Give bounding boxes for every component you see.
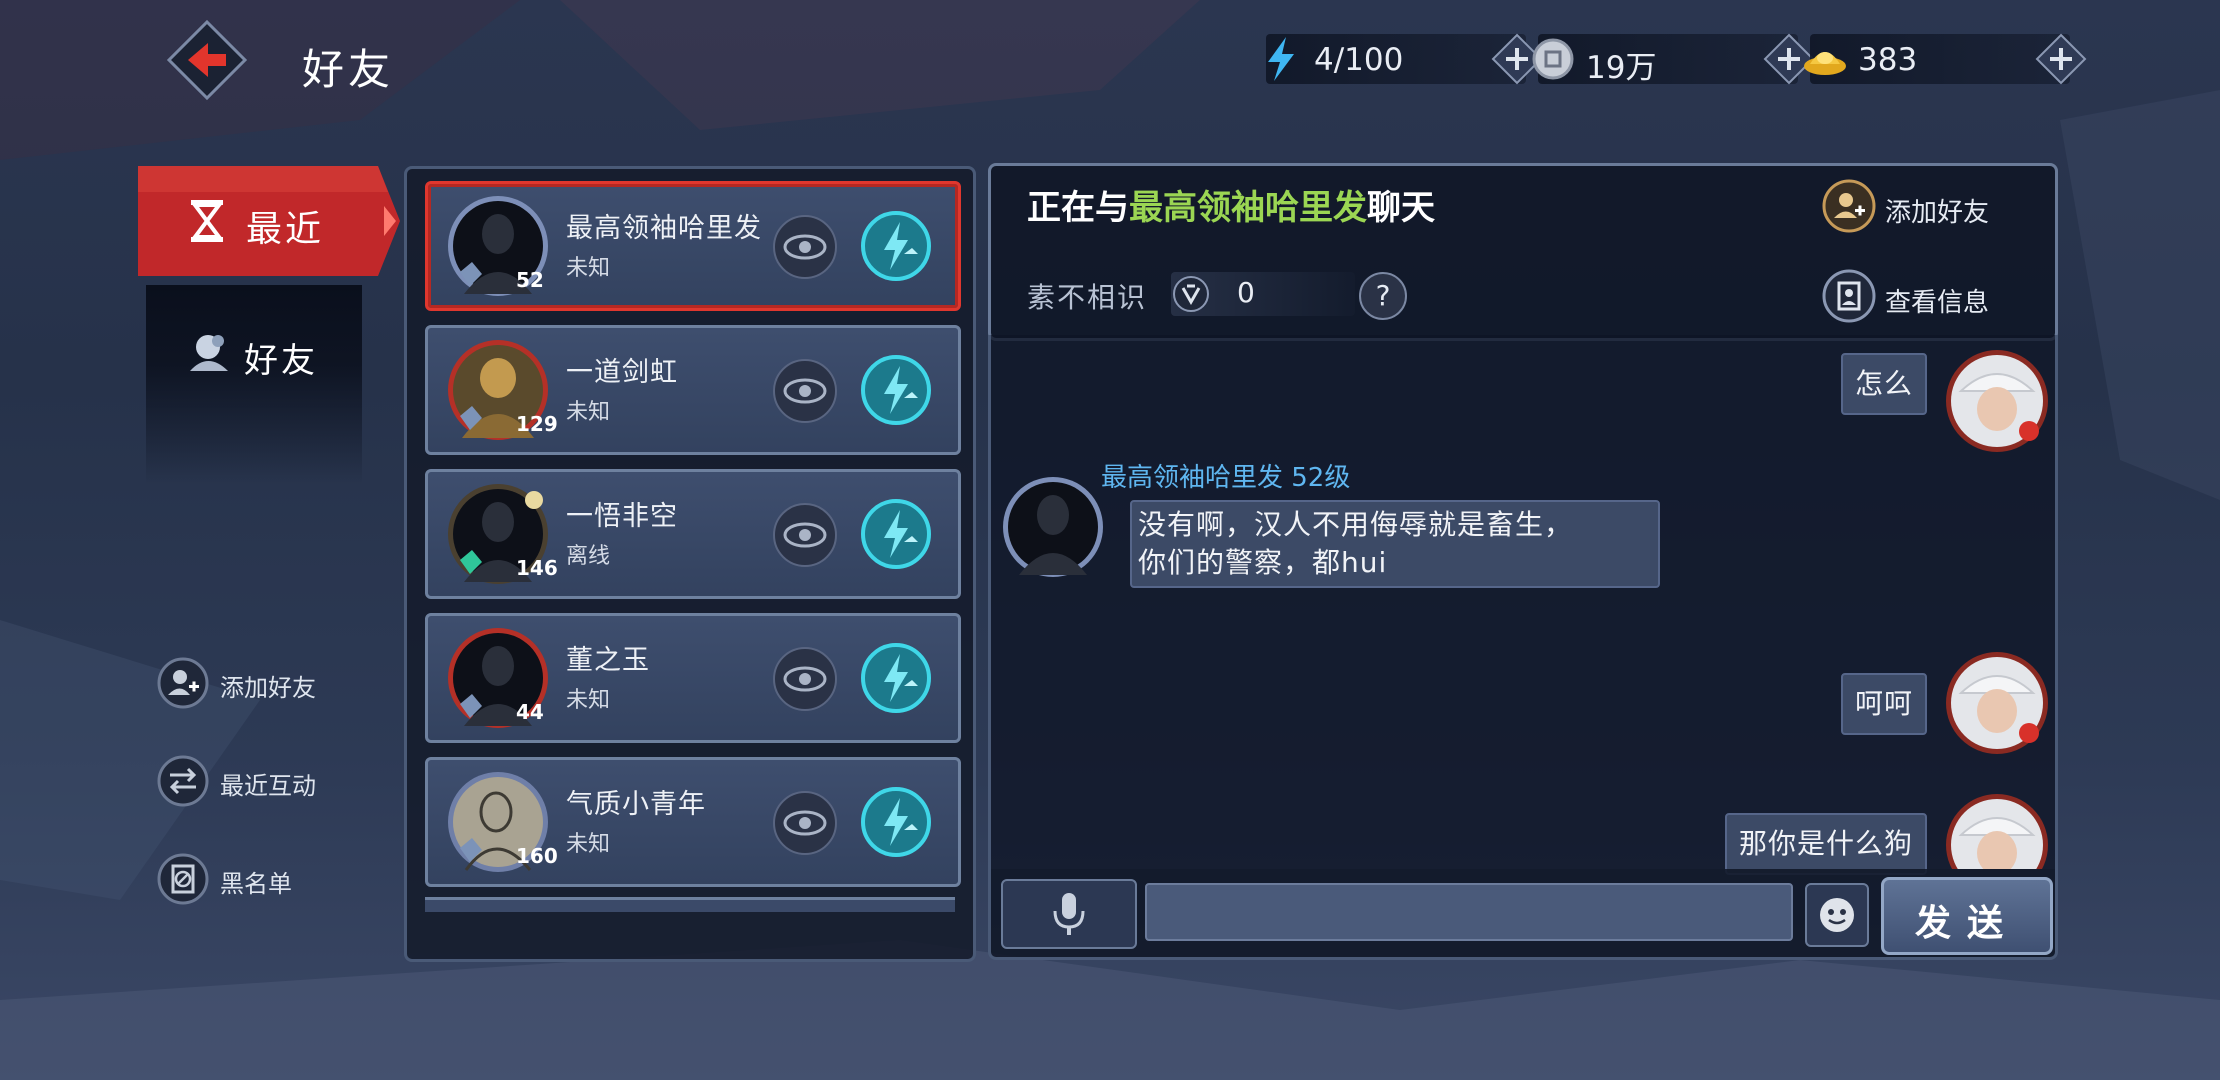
help-button[interactable]: ? [1359,272,1407,320]
view-eye-icon[interactable] [772,358,838,424]
friend-level: 129 [516,412,558,436]
recent-interaction-button[interactable]: 最近互动 [156,754,376,810]
emoji-face-icon [1820,898,1854,932]
friend-name: 气质小青年 [566,789,706,820]
friend-list-panel: 52 最高领袖哈里发 未知 129 一道剑虹 未知 146 一悟非空 离线 44… [404,166,976,962]
voice-button[interactable] [1001,879,1137,949]
tab-recent[interactable]: 最近 [134,166,400,276]
microphone-icon [1053,893,1085,935]
friend-status: 离线 [566,544,611,569]
chat-action-icon[interactable] [860,498,932,570]
my-message-bubble: 怎么 [1840,353,1927,415]
tab-recent-label: 最近 [246,209,325,250]
friend-name: 董之玉 [566,645,650,676]
my-avatar [1946,652,2048,754]
add-friend-side-button[interactable]: 添加好友 [156,656,376,712]
view-eye-icon[interactable] [772,790,838,856]
tab-friends-label: 好友 [244,341,318,381]
add-friend-icon [157,657,209,709]
tab-friends[interactable]: 好友 [146,285,362,485]
friends-icon [190,335,228,371]
friend-status: 未知 [566,256,611,281]
silver-resource: 19万 [1532,33,1815,86]
friend-level: 44 [516,700,544,724]
gold-ingot-icon [1804,52,1846,75]
gold-resource: 383 [1804,33,2087,85]
energy-resource: 4/100 [1266,33,1543,85]
chat-action-icon[interactable] [860,786,932,858]
back-arrow-icon [166,19,248,101]
friend-level: 146 [516,556,558,580]
friend-name: 一道剑虹 [566,357,678,388]
friend-card[interactable]: 52 最高领袖哈里发 未知 [425,181,961,311]
add-friend-button[interactable]: 添加好友 [1821,178,2051,234]
friend-status: 未知 [566,688,611,713]
add-gold-button[interactable] [2034,32,2088,86]
chat-input-bar: 发送 [988,869,2058,960]
list-next-card-edge [425,897,955,912]
page-title: 好友 [302,45,395,94]
friend-card[interactable]: 160 气质小青年 未知 [425,757,961,887]
hourglass-icon [191,200,223,242]
friend-name: 最高领袖哈里发 [566,213,762,244]
relationship-label: 素不相识 [1027,281,1148,314]
friend-level: 160 [516,844,558,868]
view-info-button[interactable]: 查看信息 [1821,268,2051,324]
view-eye-icon[interactable] [772,646,838,712]
view-eye-icon[interactable] [772,214,838,280]
friend-card[interactable]: 129 一道剑虹 未知 [425,325,961,455]
friend-chat-avatar [1003,477,1103,577]
my-avatar [1946,350,2048,452]
chat-action-icon[interactable] [860,354,932,426]
emoji-button[interactable] [1805,883,1869,947]
chat-header: 正在与最高领袖哈里发聊天 添加好友 查看信息 素不相识 0 ? [988,163,2058,341]
friend-message-bubble: 没有啊，汉人不用侮辱就是畜生， 你们的警察，都hui [1130,500,1660,588]
send-button[interactable]: 发送 [1881,877,2053,955]
friend-card[interactable]: 146 一悟非空 离线 [425,469,961,599]
intimacy-icon [1173,276,1209,312]
energy-bolt-icon [1268,37,1294,81]
friend-status: 未知 [566,832,611,857]
intimacy-value: 0 [1237,276,1255,309]
profile-card-icon [1822,269,1876,323]
chat-message-input[interactable] [1145,883,1793,941]
view-eye-icon[interactable] [772,502,838,568]
my-avatar [1946,794,2048,869]
chat-partner-name: 最高领袖哈里发 [1129,188,1367,228]
friend-level: 52 [516,268,544,292]
friend-status: 未知 [566,400,611,425]
back-button[interactable] [166,19,248,101]
my-message-bubble: 呵呵 [1840,673,1927,735]
chat-action-icon[interactable] [860,210,932,282]
friend-name: 一悟非空 [566,501,678,532]
send-button-label: 发送 [1914,903,2019,944]
intimacy-box: 0 [1171,272,1355,316]
my-message-bubble: 那你是什么狗 [1724,813,1927,875]
chat-message-area: 怎么 最高领袖哈里发 52级 没有啊，汉人不用侮辱就是畜生， 你们的警察，都hu… [988,335,2058,875]
friend-card[interactable]: 44 董之玉 未知 [425,613,961,743]
blacklist-button[interactable]: 黑名单 [156,852,376,908]
silver-coin-icon [1532,38,1574,80]
add-friend-icon [1822,179,1876,233]
chat-action-icon[interactable] [860,642,932,714]
message-sender: 最高领袖哈里发 52级 [1101,463,1351,493]
chat-title: 正在与最高领袖哈里发聊天 [1027,188,1435,228]
recent-interaction-icon [157,755,209,807]
blacklist-icon [157,853,209,905]
